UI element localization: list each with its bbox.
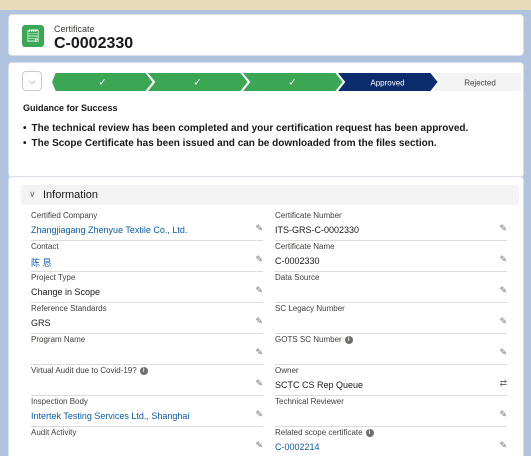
field-label-text: Virtual Audit due to Covid-19? [31, 366, 137, 375]
guidance-list: The technical review has been completed … [23, 123, 469, 153]
field-label: Certified Company [31, 211, 97, 220]
field-label: Contact [31, 242, 59, 251]
field-label-text: Certificate Name [275, 242, 335, 251]
field-related-scope-certificate: Related scope certificate i C-0002214 ✎ [275, 428, 507, 456]
field-label: GOTS SC Number i [275, 335, 353, 344]
field-label: Reference Standards [31, 304, 107, 313]
field-label: Virtual Audit due to Covid-19? i [31, 366, 148, 375]
field-data-source: Data Source ✎ [275, 273, 507, 303]
field-value: Change in Scope [31, 287, 101, 297]
field-contact: Contact 陈 恳 ✎ [31, 242, 263, 272]
field-certificate-number: Certificate Number ITS-GRS-C-0002330 ✎ [275, 211, 507, 241]
field-inspection-body: Inspection Body Intertek Testing Services… [31, 397, 263, 427]
field-owner: Owner SCTC CS Rep Queue ⇄ [275, 366, 507, 396]
information-card: ∨ Information Certified Company Zhangjiag… [8, 176, 524, 456]
guidance-title: Guidance for Success [23, 103, 118, 113]
field-reference-standards: Reference Standards GRS ✎ [31, 304, 263, 334]
info-icon[interactable]: i [344, 335, 353, 344]
change-owner-icon[interactable]: ⇄ [499, 378, 507, 389]
field-label: Certificate Name [275, 242, 335, 251]
field-value: ITS-GRS-C-0002330 [275, 225, 360, 235]
edit-pencil-icon[interactable]: ✎ [255, 409, 263, 420]
field-label: Certificate Number [275, 211, 342, 220]
field-certificate-name: Certificate Name C-0002330 ✎ [275, 242, 507, 272]
edit-pencil-icon[interactable]: ✎ [255, 347, 263, 358]
top-banner-strip [0, 0, 531, 10]
field-audit-activity: Audit Activity ✎ [31, 428, 263, 456]
certificate-icon: 🗒 [22, 25, 44, 47]
information-section-header[interactable]: ∨ Information [21, 185, 519, 205]
guidance-item: The Scope Certificate has been issued an… [23, 138, 468, 149]
field-virtual-audit-due-to-covid-19: Virtual Audit due to Covid-19? i ✎ [31, 366, 263, 396]
edit-pencil-icon[interactable]: ✎ [255, 316, 263, 327]
field-label-text: Technical Reviewer [275, 397, 344, 406]
field-value[interactable]: C-0002214 [275, 442, 320, 452]
field-label-text: GOTS SC Number [275, 335, 342, 344]
field-value: C-0002330 [275, 256, 320, 266]
edit-pencil-icon[interactable]: ✎ [499, 223, 507, 234]
edit-pencil-icon[interactable]: ✎ [255, 254, 263, 265]
field-label: Technical Reviewer [275, 397, 344, 406]
field-label: Inspection Body [31, 397, 88, 406]
chevron-down-icon: ∨ [29, 189, 36, 199]
field-label: Audit Activity [31, 428, 76, 437]
field-label: SC Legacy Number [275, 304, 345, 313]
info-icon[interactable]: i [365, 428, 374, 437]
field-label: Project Type [31, 273, 75, 282]
field-value: GRS [31, 318, 51, 328]
field-value[interactable]: Zhangjiagang Zhenyue Textile Co., Ltd. [31, 225, 187, 235]
field-label-text: Reference Standards [31, 304, 107, 313]
record-header: 🗒 Certificate C-0002330 [8, 14, 524, 56]
field-label-text: SC Legacy Number [275, 304, 345, 313]
field-label-text: Owner [275, 366, 299, 375]
edit-pencil-icon[interactable]: ✎ [499, 347, 507, 358]
record-name: C-0002330 [54, 35, 134, 52]
edit-pencil-icon[interactable]: ✎ [499, 409, 507, 420]
edit-pencil-icon[interactable]: ✎ [255, 285, 263, 296]
path-stage-label: Approved [370, 79, 404, 88]
path-stage-label: Rejected [464, 79, 496, 88]
field-value[interactable]: 陈 恳 [31, 256, 52, 269]
field-label: Owner [275, 366, 299, 375]
path-toggle-button[interactable]: ⌵ [22, 71, 42, 91]
field-label-text: Inspection Body [31, 397, 88, 406]
field-label-text: Related scope certificate [275, 428, 363, 437]
object-label: Certificate [54, 24, 95, 34]
check-icon: ✓ [288, 78, 296, 89]
path-stages: ✓ ✓ ✓ Approved Rejected [51, 72, 521, 92]
edit-pencil-icon[interactable]: ✎ [255, 440, 263, 451]
check-icon: ✓ [193, 78, 201, 89]
edit-pencil-icon[interactable]: ✎ [499, 440, 507, 451]
edit-pencil-icon[interactable]: ✎ [499, 316, 507, 327]
edit-pencil-icon[interactable]: ✎ [499, 254, 507, 265]
check-icon: ✓ [98, 78, 106, 89]
field-sc-legacy-number: SC Legacy Number ✎ [275, 304, 507, 334]
edit-pencil-icon[interactable]: ✎ [255, 378, 263, 389]
field-label-text: Program Name [31, 335, 86, 344]
field-label-text: Audit Activity [31, 428, 77, 437]
field-project-type: Project Type Change in Scope ✎ [31, 273, 263, 303]
info-icon[interactable]: i [139, 366, 148, 375]
chevron-down-icon: ⌵ [28, 76, 36, 86]
field-technical-reviewer: Technical Reviewer ✎ [275, 397, 507, 427]
field-gots-sc-number: GOTS SC Number i ✎ [275, 335, 507, 365]
edit-pencil-icon[interactable]: ✎ [499, 285, 507, 296]
guidance-item: The technical review has been completed … [23, 123, 469, 134]
field-label: Related scope certificate i [275, 428, 374, 437]
path-card: ⌵ ✓ ✓ ✓ Approved Rejected Guidance for Succe… [8, 62, 524, 178]
field-label: Program Name [31, 335, 85, 344]
field-value: SCTC CS Rep Queue [275, 380, 364, 390]
field-label-text: Project Type [31, 273, 76, 282]
section-title: Information [43, 189, 99, 201]
edit-pencil-icon[interactable]: ✎ [255, 223, 263, 234]
field-certified-company: Certified Company Zhangjiagang Zhenyue Te… [31, 211, 263, 241]
field-label-text: Certified Company [31, 211, 98, 220]
field-label-text: Data Source [275, 273, 320, 282]
field-value[interactable]: Intertek Testing Services Ltd., Shanghai [31, 411, 189, 421]
field-label-text: Certificate Number [275, 211, 342, 220]
field-label-text: Contact [31, 242, 59, 251]
field-label: Data Source [275, 273, 319, 282]
field-program-name: Program Name ✎ [31, 335, 263, 365]
